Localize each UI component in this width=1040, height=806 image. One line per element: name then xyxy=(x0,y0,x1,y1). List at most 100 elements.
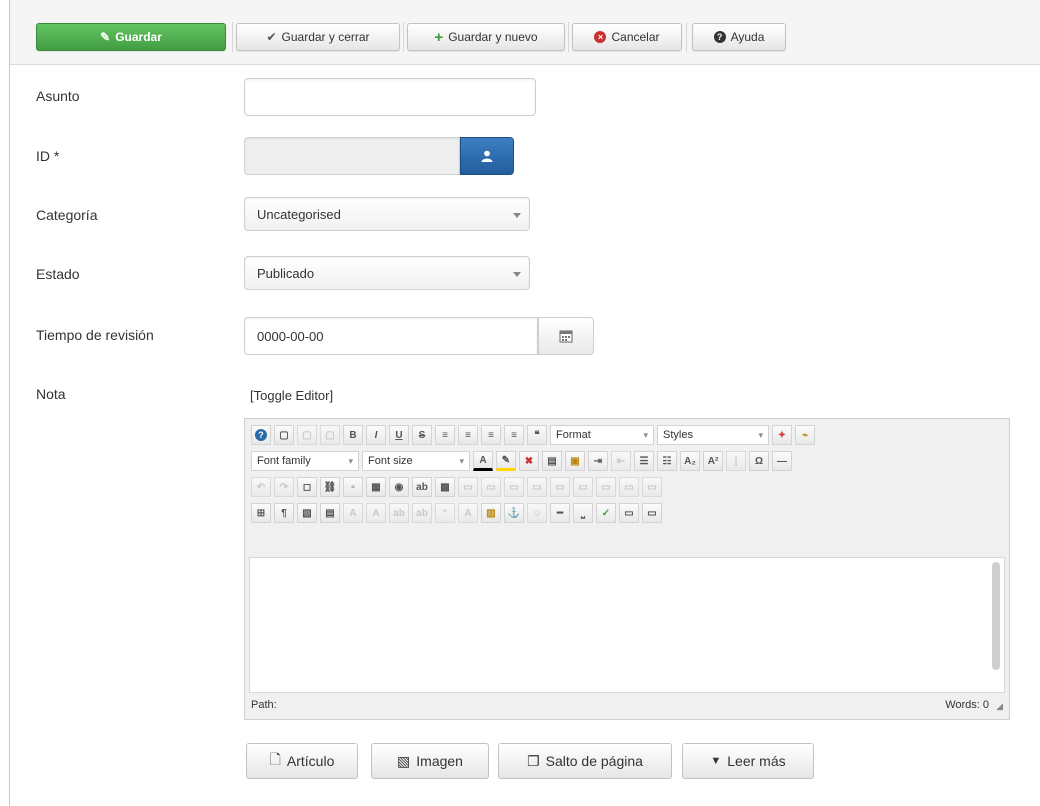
format-dropdown[interactable]: Format ▾ xyxy=(550,425,654,445)
spellcheck-icon[interactable]: ✓ xyxy=(596,503,616,523)
chevron-down-icon: ▼ xyxy=(710,755,722,767)
page-break-button[interactable]: ❐ Salto de página xyxy=(498,743,672,779)
insert-article-button[interactable]: 🗋 Artículo xyxy=(246,743,358,779)
blockquote-icon[interactable]: ❝ xyxy=(527,425,547,445)
insert-layer-icon[interactable]: ▧ xyxy=(297,503,317,523)
category-select[interactable]: Uncategorised xyxy=(244,197,530,231)
cleanup-broom-icon[interactable]: ⌁ xyxy=(795,425,815,445)
align-center-icon[interactable]: ≡ xyxy=(458,425,478,445)
insert-image-button[interactable]: ▧ Imagen xyxy=(371,743,489,779)
unlink-icon[interactable]: ▫ xyxy=(343,477,363,497)
editor-toolbar-row-2: Font family ▾ Font size ▾ A ✎ ✖ ▤ ▣ ⇥ ⇤ ☰ … xyxy=(251,449,792,473)
chevron-down-icon: ▾ xyxy=(643,429,648,440)
indent-icon[interactable]: ⇥ xyxy=(588,451,608,471)
text-color-icon[interactable]: A xyxy=(473,451,493,471)
show-blocks-icon[interactable]: ¶ xyxy=(274,503,294,523)
special-character-icon[interactable]: Ω xyxy=(749,451,769,471)
preview-icon[interactable]: ▭ xyxy=(642,503,662,523)
align-justify-icon[interactable]: ≡ xyxy=(504,425,524,445)
visual-aid-icon[interactable]: ⊞ xyxy=(251,503,271,523)
underline-icon[interactable]: U xyxy=(389,425,409,445)
subject-input[interactable] xyxy=(244,78,536,116)
image-icon: ▧ xyxy=(397,752,411,769)
id-label: ID * xyxy=(36,148,60,164)
chevron-down-icon: ▾ xyxy=(758,429,763,440)
insert-media-icon[interactable]: ▦ xyxy=(366,477,386,497)
align-right-icon[interactable]: ≡ xyxy=(481,425,501,445)
attribs-disabled-icon: A xyxy=(458,503,478,523)
paste-text-icon[interactable]: ▤ xyxy=(542,451,562,471)
ins-disabled-icon: ab xyxy=(389,503,409,523)
strikethrough-icon[interactable]: S xyxy=(412,425,432,445)
read-more-button[interactable]: ▼ Leer más xyxy=(682,743,814,779)
insert-image-icon[interactable]: ◻ xyxy=(297,477,317,497)
note-label: Nota xyxy=(36,386,66,402)
ordered-list-icon[interactable]: ☰ xyxy=(634,451,654,471)
unordered-list-icon[interactable]: ☷ xyxy=(657,451,677,471)
save-close-button[interactable]: ✔ Guardar y cerrar xyxy=(236,23,400,51)
insert-link-icon[interactable]: ⛓ xyxy=(320,477,340,497)
insert-table-icon[interactable]: ▩ xyxy=(435,477,455,497)
plus-icon: + xyxy=(434,28,444,46)
editor-toolbar-row-4: ⊞ ¶ ▧ ▤ A A ab ab “ A ▥ ⚓ ☺ ━ ⎵ ✓ ▭ ▭ xyxy=(251,501,662,525)
italic-icon[interactable]: I xyxy=(366,425,386,445)
editor-scrollbar[interactable] xyxy=(992,562,1000,670)
subscript-icon[interactable]: A₂ xyxy=(680,451,700,471)
table-props-disabled-icon: ▭ xyxy=(596,477,616,497)
save-new-button[interactable]: + Guardar y nuevo xyxy=(407,23,565,51)
toolbar-separator xyxy=(686,22,687,52)
new-document-icon[interactable]: ▢ xyxy=(274,425,294,445)
subject-label: Asunto xyxy=(36,88,80,104)
select-user-button[interactable] xyxy=(460,137,514,175)
bold-icon[interactable]: B xyxy=(343,425,363,445)
align-left-icon[interactable]: ≡ xyxy=(435,425,455,445)
copy-disabled-icon: ▢ xyxy=(320,425,340,445)
replace-icon[interactable]: ab xyxy=(412,477,432,497)
font-family-dropdown[interactable]: Font family ▾ xyxy=(251,451,359,471)
editor-word-count: Words: 0 xyxy=(945,699,989,711)
user-icon xyxy=(481,150,493,162)
cut-disabled-icon: ▢ xyxy=(297,425,317,445)
state-label: Estado xyxy=(36,266,80,282)
superscript-icon[interactable]: A² xyxy=(703,451,723,471)
toggle-editor-link[interactable]: [Toggle Editor] xyxy=(250,388,333,403)
id-input[interactable] xyxy=(244,137,460,175)
separator-icon: | xyxy=(726,451,746,471)
chevron-down-icon xyxy=(513,272,521,277)
editor-toolbar-row-3: ↶ ↷ ◻ ⛓ ▫ ▦ ◉ ab ▩ ▭ ▭ ▭ ▭ ▭ ▭ ▭ ▭ ▭ xyxy=(251,475,662,499)
editor-statusbar: Path: Words: 0 ◢ xyxy=(249,695,1005,715)
state-select[interactable]: Publicado xyxy=(244,256,530,290)
calendar-button[interactable] xyxy=(538,317,594,355)
toolbar-separator xyxy=(568,22,569,52)
copy-icon: ❐ xyxy=(527,752,540,769)
paste-word-icon[interactable]: ▣ xyxy=(565,451,585,471)
toolbar-separator xyxy=(403,22,404,52)
styles-dropdown[interactable]: Styles ▾ xyxy=(657,425,769,445)
font-size-dropdown[interactable]: Font size ▾ xyxy=(362,451,470,471)
cancel-button[interactable]: × Cancelar xyxy=(572,23,682,51)
pagebreak-icon[interactable]: ━ xyxy=(550,503,570,523)
anchor-icon[interactable]: ⚓ xyxy=(504,503,524,523)
resize-handle-icon[interactable]: ◢ xyxy=(996,701,1003,712)
editor-content-area[interactable] xyxy=(249,557,1005,693)
undo-disabled-icon: ↶ xyxy=(251,477,271,497)
emotion-disabled-icon: ☺ xyxy=(527,503,547,523)
nonbreaking-icon[interactable]: ⎵ xyxy=(573,503,593,523)
review-time-input[interactable]: 0000-00-00 xyxy=(244,317,538,355)
help-button[interactable]: ? Ayuda xyxy=(692,23,786,51)
horizontal-rule-icon[interactable]: — xyxy=(772,451,792,471)
save-button[interactable]: ✎ Guardar xyxy=(36,23,226,51)
table-cell-disabled-icon: ▭ xyxy=(504,477,524,497)
remove-format-icon[interactable]: ✖ xyxy=(519,451,539,471)
fullscreen-icon[interactable]: ▭ xyxy=(619,503,639,523)
template-icon[interactable]: ▥ xyxy=(481,503,501,523)
help-icon[interactable]: ? xyxy=(251,425,271,445)
cite-disabled-icon: “ xyxy=(435,503,455,523)
document-plus-icon: 🗋 xyxy=(269,751,281,767)
highlight-color-icon[interactable]: ✎ xyxy=(496,451,516,471)
magic-wand-icon[interactable]: ✦ xyxy=(772,425,792,445)
table-row-disabled-icon: ▭ xyxy=(458,477,478,497)
style-props-icon[interactable]: ▤ xyxy=(320,503,340,523)
toolbar-separator xyxy=(232,22,233,52)
find-icon[interactable]: ◉ xyxy=(389,477,409,497)
